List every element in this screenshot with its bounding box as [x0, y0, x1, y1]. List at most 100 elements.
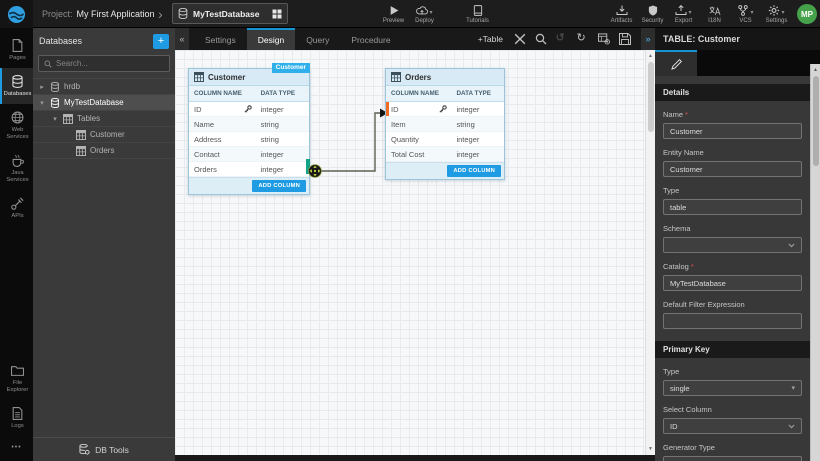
move-handle-icon[interactable]: [308, 164, 322, 178]
canvas-horizontal-scrollbar[interactable]: [175, 455, 655, 461]
field-name-input[interactable]: [663, 123, 802, 139]
topbar-action-artifacts[interactable]: Artifacts: [606, 0, 637, 28]
tree-item-customer[interactable]: Customer: [33, 127, 175, 143]
topbar-action-tutorials[interactable]: Tutorials: [462, 0, 493, 28]
table-card-customer[interactable]: CustomerCustomerCOLUMN NAMEDATA TYPEIDin…: [188, 68, 310, 195]
sidebar-item-web-services[interactable]: Web Services: [0, 104, 33, 147]
field-select-column-select[interactable]: ID: [663, 418, 802, 434]
search-input[interactable]: [56, 59, 164, 68]
database-icon: [50, 98, 60, 108]
design-toolbar-tabs: SettingsDesignQueryProcedure: [194, 28, 402, 50]
tab-settings[interactable]: Settings: [194, 28, 247, 50]
sidebar-item-logs[interactable]: Logs: [0, 400, 33, 436]
sidebar-more-button[interactable]: •••: [0, 436, 33, 461]
sidebar-item-java-services[interactable]: Java Services: [0, 147, 33, 190]
tree-item-orders[interactable]: Orders: [33, 143, 175, 159]
sidebar-item-databases[interactable]: Databases: [0, 68, 33, 104]
topbar-action-export[interactable]: ▾Export: [668, 0, 699, 28]
scrollbar-thumb[interactable]: [813, 76, 819, 166]
search-box[interactable]: [38, 55, 170, 72]
caret-down-icon: ▾: [781, 10, 784, 16]
column-name: Address: [194, 135, 222, 144]
table-row-item[interactable]: Itemstring: [386, 117, 504, 132]
save-button[interactable]: [618, 32, 631, 46]
field-type-input[interactable]: [663, 199, 802, 215]
sidebar-item-file-explorer[interactable]: File Explorer: [0, 357, 33, 400]
app-grid-icon[interactable]: [272, 9, 282, 19]
topbar-action-deploy[interactable]: ▾Deploy: [409, 0, 440, 28]
close-button[interactable]: [513, 32, 526, 46]
undo-button[interactable]: ↺: [555, 32, 568, 46]
table-row-contact[interactable]: Contactinteger: [189, 147, 309, 162]
left-icon-sidebar: PagesDatabasesWeb ServicesJava ServicesA…: [0, 28, 33, 461]
database-workspace-tab[interactable]: MyTestDatabase: [172, 3, 288, 24]
column-name: ID: [194, 105, 202, 114]
add-database-button[interactable]: +: [153, 34, 169, 49]
collapse-left-panel-button[interactable]: «: [175, 28, 189, 50]
field-default-filter-expression-input[interactable]: [663, 313, 802, 329]
field-generator-type-select[interactable]: auto increment▾: [663, 456, 802, 461]
required-marker: *: [691, 262, 694, 271]
table-row-orders[interactable]: Ordersinteger: [189, 162, 309, 177]
redo-button[interactable]: ↻: [576, 32, 589, 46]
table-card-footer: ADD COLUMN: [386, 162, 504, 179]
table-row-name[interactable]: Namestring: [189, 117, 309, 132]
field-type-select[interactable]: single▾: [663, 380, 802, 396]
topbar-action-label: Preview: [383, 18, 404, 24]
tab-design[interactable]: Design: [247, 28, 295, 50]
topbar-action-vcs[interactable]: ▾VCS: [730, 0, 761, 28]
table-row-id[interactable]: IDinteger: [386, 102, 504, 117]
section-header-primary-key: Primary Key: [655, 341, 810, 358]
field-entity-name-input[interactable]: [663, 161, 802, 177]
db-add-button[interactable]: [597, 32, 610, 46]
topbar-action-preview[interactable]: Preview: [378, 0, 409, 28]
table-title-bar[interactable]: Orders: [386, 69, 504, 86]
column-name: Name: [194, 120, 214, 129]
tray-down-icon: [616, 5, 628, 16]
table-row-id[interactable]: IDinteger: [189, 102, 309, 117]
table-row-quantity[interactable]: Quantityinteger: [386, 132, 504, 147]
db-add-icon: [598, 33, 610, 45]
inspector-scrollbar[interactable]: ▲: [810, 64, 820, 461]
tree-item-mytestdatabase[interactable]: ▾MyTestDatabase: [33, 95, 175, 111]
cloud-up-icon: [416, 5, 428, 16]
add-column-button[interactable]: ADD COLUMN: [252, 180, 306, 192]
tab-edit[interactable]: [655, 50, 697, 76]
topbar-action-security[interactable]: Security: [637, 0, 668, 28]
canvas-vertical-scrollbar[interactable]: ▲ ▼: [645, 50, 655, 455]
db-designer-canvas[interactable]: CustomerCustomerCOLUMN NAMEDATA TYPEIDin…: [175, 50, 645, 455]
field-catalog-input[interactable]: [663, 275, 802, 291]
avatar[interactable]: MP: [797, 4, 817, 24]
search-button[interactable]: [534, 32, 547, 46]
app-logo[interactable]: [0, 0, 33, 28]
db-tools-button[interactable]: DB Tools: [33, 437, 175, 461]
scroll-up-icon[interactable]: ▲: [646, 53, 655, 59]
field-schema-select[interactable]: [663, 237, 802, 253]
sidebar-bottom-items: File ExplorerLogs: [0, 357, 33, 436]
table-row-address[interactable]: Addressstring: [189, 132, 309, 147]
tree-item-tables[interactable]: ▾Tables: [33, 111, 175, 127]
add-table-button[interactable]: +Table: [478, 34, 503, 44]
tab-query[interactable]: Query: [295, 28, 340, 50]
expand-right-panel-button[interactable]: »: [641, 28, 655, 50]
section-header-details: Details: [655, 84, 810, 101]
sidebar-item-pages[interactable]: Pages: [0, 32, 33, 68]
tree-toggle-icon[interactable]: ▾: [38, 99, 46, 107]
column-name-cell: Contact: [189, 150, 259, 159]
sidebar-item-apis[interactable]: APIs: [0, 190, 33, 226]
topbar-action-i18n[interactable]: I18N: [699, 0, 730, 28]
tree-toggle-icon[interactable]: ▸: [38, 83, 46, 91]
table-card-footer: ADD COLUMN: [189, 177, 309, 194]
db-tools-label: DB Tools: [95, 445, 129, 455]
scroll-down-icon[interactable]: ▼: [646, 446, 655, 452]
tree-item-label: Orders: [90, 146, 114, 155]
tree-item-hrdb[interactable]: ▸hrdb: [33, 79, 175, 95]
table-row-total-cost[interactable]: Total Costinteger: [386, 147, 504, 162]
tab-procedure[interactable]: Procedure: [340, 28, 401, 50]
topbar-action-settings[interactable]: ▾Settings: [761, 0, 792, 28]
scroll-up-icon[interactable]: ▲: [811, 67, 820, 73]
add-column-button[interactable]: ADD COLUMN: [447, 165, 501, 177]
table-card-orders[interactable]: OrdersCOLUMN NAMEDATA TYPEIDintegerItems…: [385, 68, 505, 180]
scrollbar-thumb[interactable]: [648, 62, 654, 132]
tree-toggle-icon[interactable]: ▾: [51, 115, 59, 123]
